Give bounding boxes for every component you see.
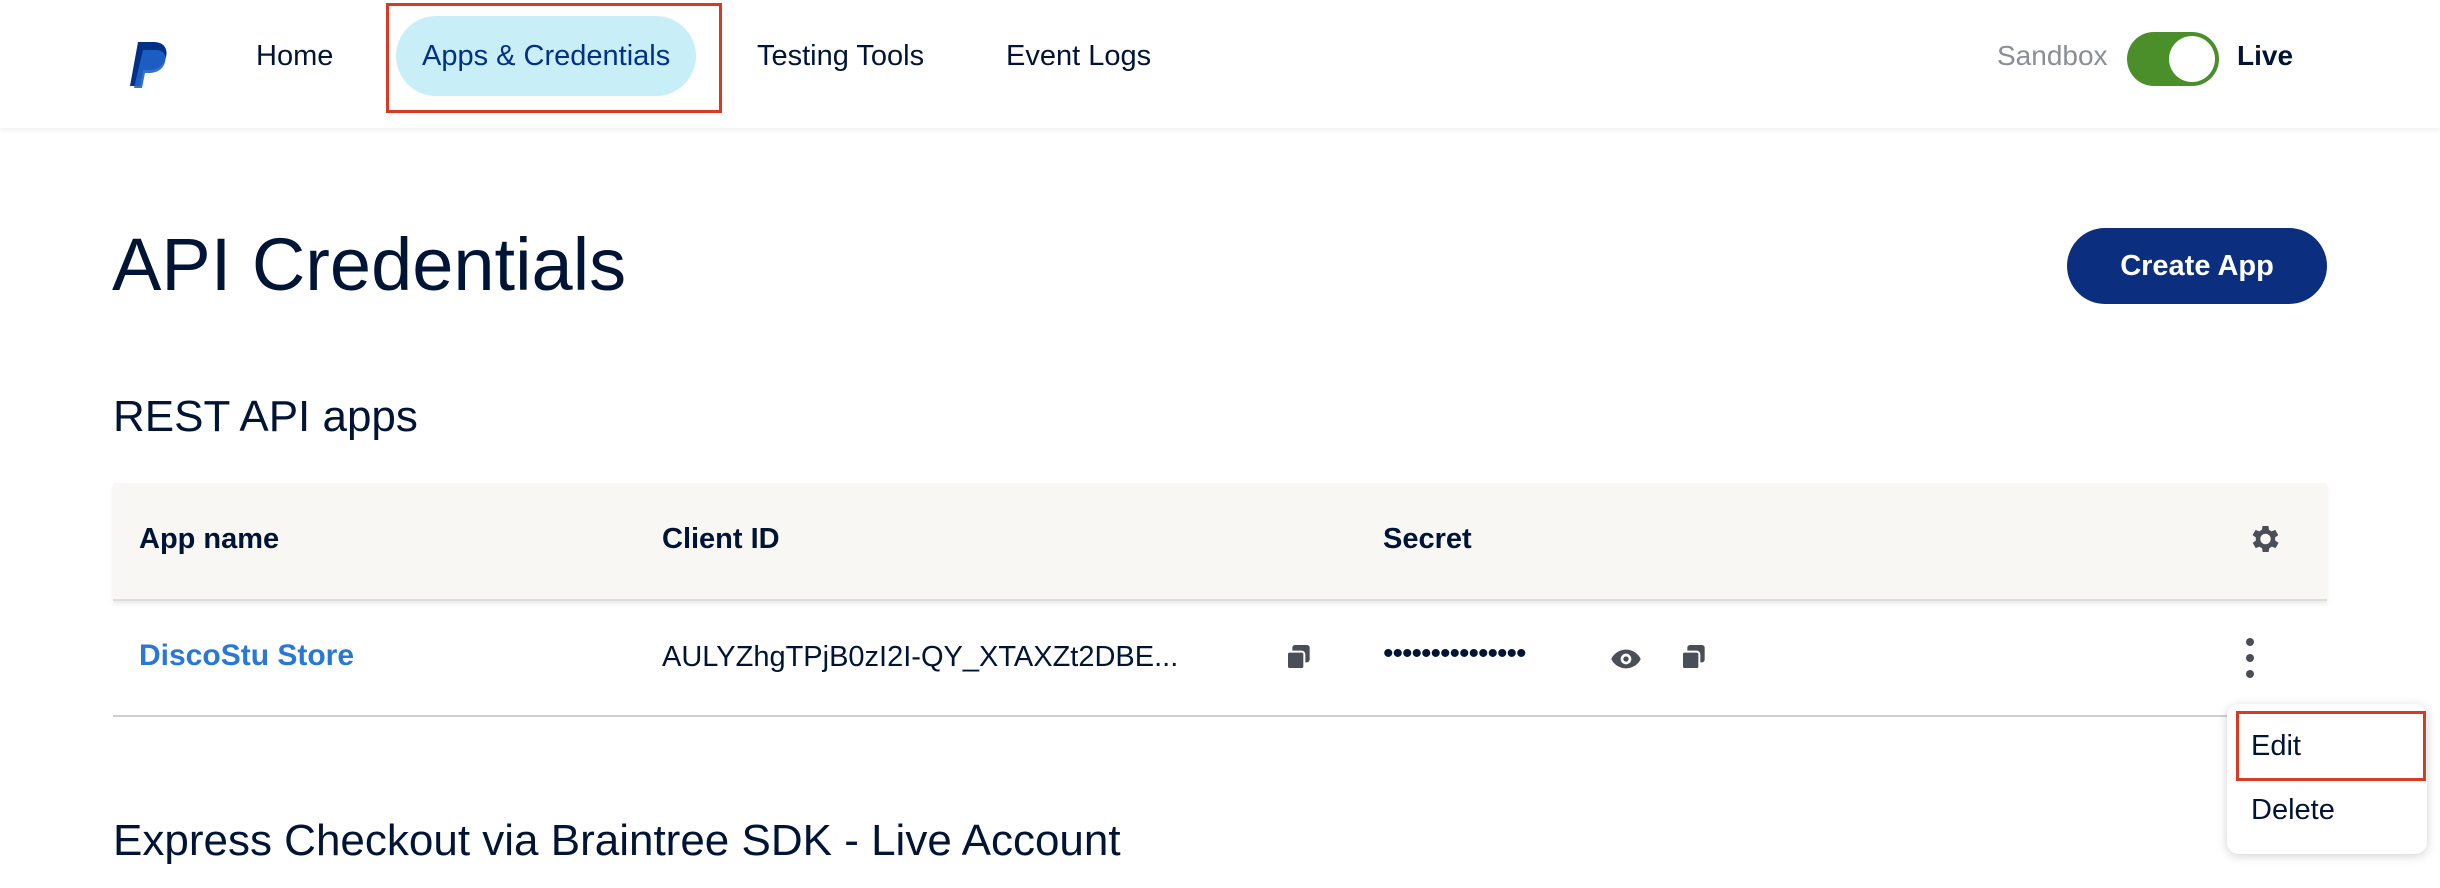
app-name-link[interactable]: DiscoStu Store xyxy=(139,639,354,672)
create-app-button[interactable]: Create App xyxy=(2067,228,2327,304)
copy-client-id-icon[interactable] xyxy=(1283,641,1315,673)
nav-home[interactable]: Home xyxy=(230,16,359,96)
sandbox-label: Sandbox xyxy=(1997,40,2108,71)
table-row: DiscoStu Store AULYZhgTPjB0zI2I-QY_XTAXZ… xyxy=(113,601,2327,717)
top-navigation-bar: Home Apps & Credentials Testing Tools Ev… xyxy=(0,0,2440,128)
paypal-logo[interactable] xyxy=(124,40,170,90)
client-id-value: AULYZhgTPjB0zI2I-QY_XTAXZt2DBE... xyxy=(662,641,1179,673)
column-header-app-name: App name xyxy=(139,523,280,555)
nav-event-logs[interactable]: Event Logs xyxy=(980,16,1177,96)
live-label: Live xyxy=(2237,40,2294,71)
app-name-cell: DiscoStu Store xyxy=(139,639,354,673)
gear-icon[interactable] xyxy=(2246,521,2282,557)
table-header: App name Client ID Secret xyxy=(113,483,2327,601)
rest-api-apps-table: App name Client ID Secret DiscoStu Store… xyxy=(113,483,2327,717)
page-title: API Credentials xyxy=(112,223,627,306)
edit-highlight-box xyxy=(2236,711,2426,781)
copy-secret-icon[interactable] xyxy=(1678,641,1710,673)
nav-testing-tools[interactable]: Testing Tools xyxy=(731,16,950,96)
toggle-knob xyxy=(2169,36,2215,82)
more-options-icon[interactable] xyxy=(2245,637,2255,679)
sandbox-live-toggle[interactable] xyxy=(2127,32,2219,86)
secret-masked-value: ••••••••••••••• xyxy=(1383,637,1527,670)
menu-item-delete[interactable]: Delete xyxy=(2251,794,2335,827)
apps-credentials-highlight-box xyxy=(386,3,722,113)
rest-api-apps-heading: REST API apps xyxy=(113,392,418,441)
express-checkout-heading: Express Checkout via Braintree SDK - Liv… xyxy=(113,816,1121,865)
column-header-client-id: Client ID xyxy=(662,523,780,555)
column-header-secret: Secret xyxy=(1383,523,1472,555)
eye-icon[interactable] xyxy=(1608,643,1644,675)
